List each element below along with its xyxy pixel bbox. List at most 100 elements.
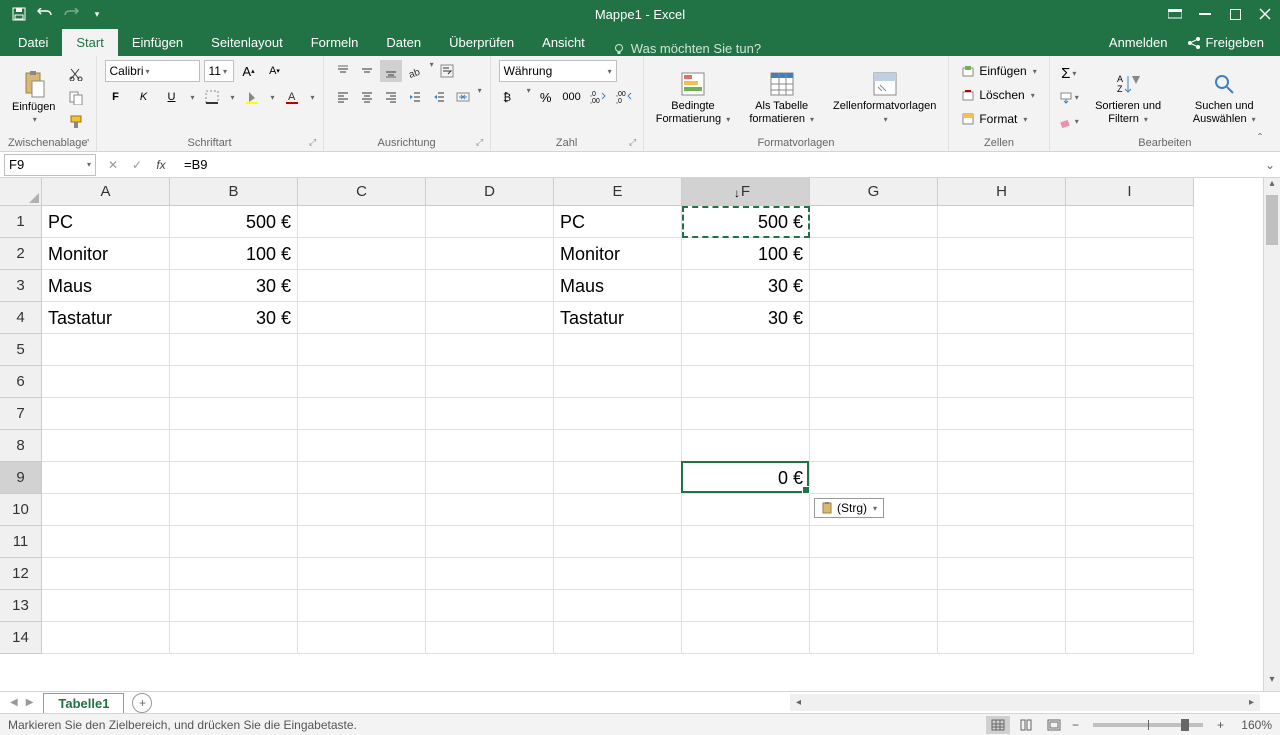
increase-font-icon[interactable]: A▴ [238, 60, 260, 82]
cell-G14[interactable] [810, 622, 938, 654]
cell-A3[interactable]: Maus [42, 270, 170, 302]
format-painter-icon[interactable] [65, 111, 87, 133]
cell-C7[interactable] [298, 398, 426, 430]
cell-E11[interactable] [554, 526, 682, 558]
clear-icon[interactable]: ▾ [1058, 111, 1080, 133]
fill-icon[interactable]: ▾ [1058, 87, 1080, 109]
decrease-decimal-icon[interactable]: ,00,0 [613, 86, 635, 108]
cell-A4[interactable]: Tastatur [42, 302, 170, 334]
col-header-E[interactable]: E [554, 178, 682, 206]
cell-I10[interactable] [1066, 494, 1194, 526]
row-header-3[interactable]: 3 [0, 270, 42, 302]
cell-D14[interactable] [426, 622, 554, 654]
bold-button[interactable]: F [105, 86, 127, 108]
tab-insert[interactable]: Einfügen [118, 29, 197, 56]
delete-cells-button[interactable]: Löschen▾ [957, 84, 1038, 106]
sort-filter-button[interactable]: AZ Sortieren und Filtern ▾ [1086, 68, 1171, 126]
tab-pagelayout[interactable]: Seitenlayout [197, 29, 297, 56]
cell-H12[interactable] [938, 558, 1066, 590]
add-sheet-icon[interactable]: + [132, 693, 152, 713]
cell-F4[interactable]: 30 € [682, 302, 810, 334]
row-header-14[interactable]: 14 [0, 622, 42, 654]
redo-icon[interactable] [62, 5, 80, 23]
tab-home[interactable]: Start [62, 29, 117, 56]
cell-G2[interactable] [810, 238, 938, 270]
decrease-indent-icon[interactable] [404, 86, 426, 108]
cell-F10[interactable] [682, 494, 810, 526]
save-icon[interactable] [10, 5, 28, 23]
cell-D5[interactable] [426, 334, 554, 366]
clipboard-dialog-icon[interactable]: ⤢ [80, 137, 92, 149]
cell-F2[interactable]: 100 € [682, 238, 810, 270]
copy-icon[interactable] [65, 87, 87, 109]
tab-data[interactable]: Daten [372, 29, 435, 56]
cell-C5[interactable] [298, 334, 426, 366]
row-header-13[interactable]: 13 [0, 590, 42, 622]
col-header-G[interactable]: G [810, 178, 938, 206]
row-header-10[interactable]: 10 [0, 494, 42, 526]
cell-C12[interactable] [298, 558, 426, 590]
tab-formulas[interactable]: Formeln [297, 29, 373, 56]
cell-H7[interactable] [938, 398, 1066, 430]
cell-E12[interactable] [554, 558, 682, 590]
cell-E4[interactable]: Tastatur [554, 302, 682, 334]
find-select-button[interactable]: Suchen und Auswählen ▾ [1176, 68, 1272, 126]
row-header-11[interactable]: 11 [0, 526, 42, 558]
orientation-icon[interactable]: ab [404, 60, 426, 82]
cell-B13[interactable] [170, 590, 298, 622]
cell-E5[interactable] [554, 334, 682, 366]
sheet-nav-next-icon[interactable]: ▶ [26, 697, 34, 708]
cell-I11[interactable] [1066, 526, 1194, 558]
cell-H2[interactable] [938, 238, 1066, 270]
cell-C3[interactable] [298, 270, 426, 302]
row-header-7[interactable]: 7 [0, 398, 42, 430]
cell-H6[interactable] [938, 366, 1066, 398]
cell-G6[interactable] [810, 366, 938, 398]
cell-B1[interactable]: 500 € [170, 206, 298, 238]
percent-icon[interactable]: % [535, 86, 557, 108]
cell-F11[interactable] [682, 526, 810, 558]
comma-style-icon[interactable]: 000 [561, 86, 583, 108]
cell-H9[interactable] [938, 462, 1066, 494]
cell-C8[interactable] [298, 430, 426, 462]
cell-H10[interactable] [938, 494, 1066, 526]
col-header-D[interactable]: D [426, 178, 554, 206]
normal-view-icon[interactable] [986, 716, 1010, 734]
cell-D7[interactable] [426, 398, 554, 430]
cell-H3[interactable] [938, 270, 1066, 302]
fill-color-icon[interactable] [241, 86, 263, 108]
cell-I14[interactable] [1066, 622, 1194, 654]
col-header-C[interactable]: C [298, 178, 426, 206]
cell-H1[interactable] [938, 206, 1066, 238]
share-button[interactable]: Freigeben [1177, 29, 1274, 56]
cell-F12[interactable] [682, 558, 810, 590]
row-header-5[interactable]: 5 [0, 334, 42, 366]
cell-A10[interactable] [42, 494, 170, 526]
cell-I2[interactable] [1066, 238, 1194, 270]
cell-G8[interactable] [810, 430, 938, 462]
scroll-thumb[interactable] [1266, 195, 1278, 245]
cell-A1[interactable]: PC [42, 206, 170, 238]
cell-G12[interactable] [810, 558, 938, 590]
cell-I9[interactable] [1066, 462, 1194, 494]
row-header-9[interactable]: 9 [0, 462, 42, 494]
cell-B6[interactable] [170, 366, 298, 398]
cell-I1[interactable] [1066, 206, 1194, 238]
font-name-select[interactable]: Calibri▾ [105, 60, 200, 82]
cell-I5[interactable] [1066, 334, 1194, 366]
decrease-font-icon[interactable]: A▾ [264, 60, 286, 82]
cell-H11[interactable] [938, 526, 1066, 558]
cancel-formula-icon[interactable]: ✕ [104, 158, 122, 172]
cell-C9[interactable] [298, 462, 426, 494]
font-size-select[interactable]: 11▾ [204, 60, 234, 82]
cell-D4[interactable] [426, 302, 554, 334]
select-all-button[interactable] [0, 178, 42, 206]
cell-B4[interactable]: 30 € [170, 302, 298, 334]
cell-D9[interactable] [426, 462, 554, 494]
page-layout-view-icon[interactable] [1014, 716, 1038, 734]
cell-A11[interactable] [42, 526, 170, 558]
cell-C6[interactable] [298, 366, 426, 398]
increase-decimal-icon[interactable]: ,0,00 [587, 86, 609, 108]
cell-D8[interactable] [426, 430, 554, 462]
cell-B10[interactable] [170, 494, 298, 526]
